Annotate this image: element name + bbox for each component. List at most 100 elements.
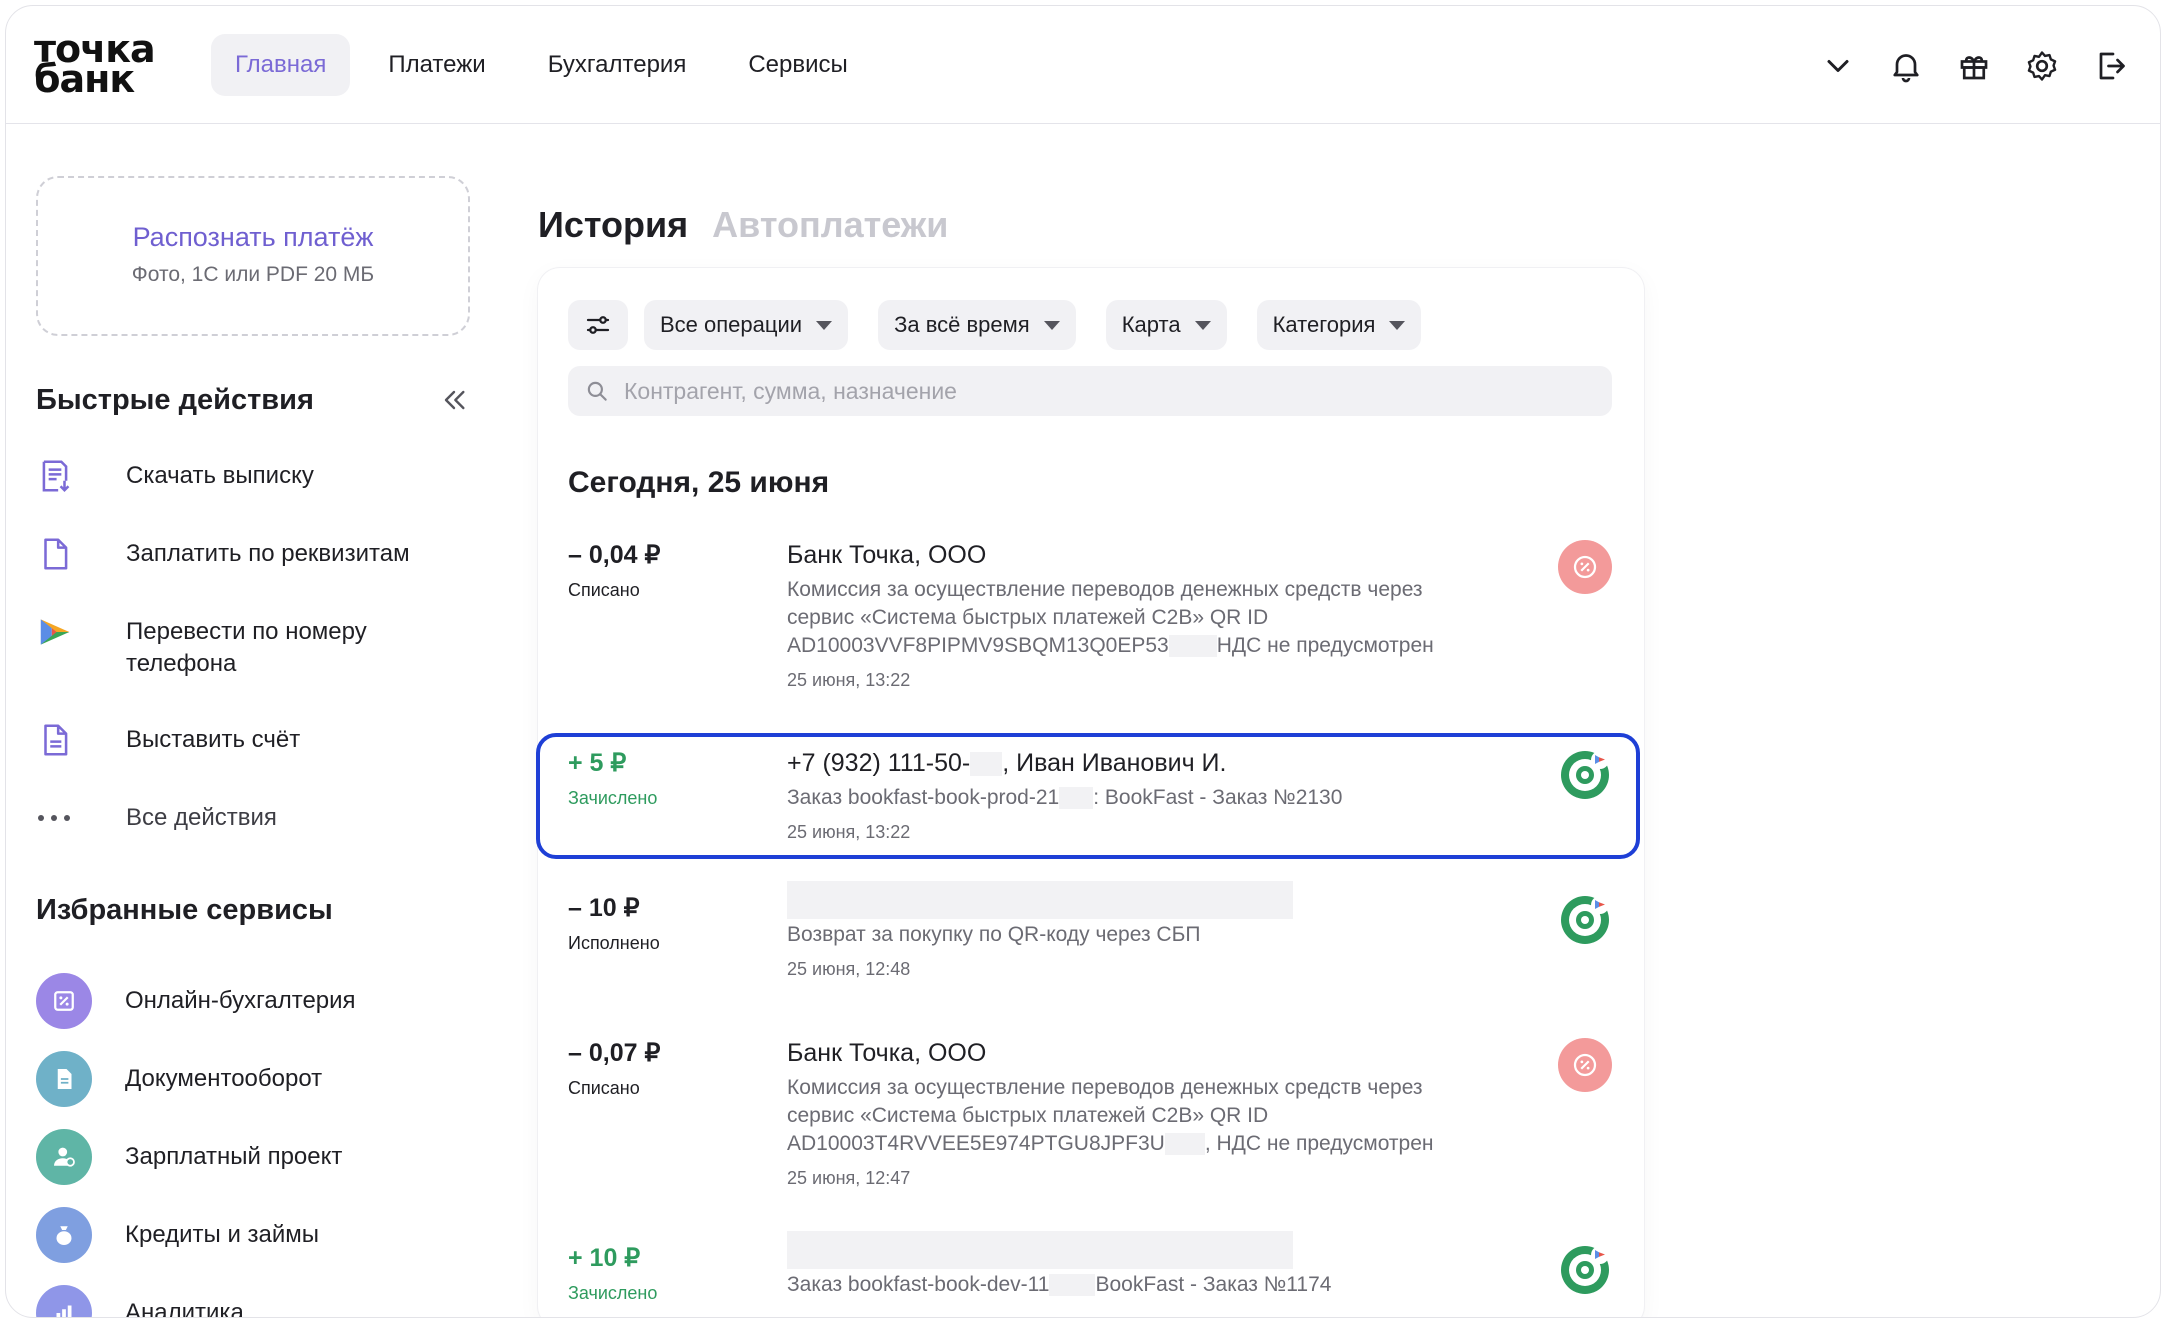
favorite-label: Зарплатный проект [125,1143,343,1170]
search-input[interactable] [624,377,1584,405]
redacted-block [970,752,1003,777]
order-id: Заказ bookfast-book-dev-11 [787,1273,1050,1296]
quick-actions-title: Быстрые действия [36,384,314,416]
favorite-label: Онлайн-бухгалтерия [125,987,356,1014]
favorite-label: Документооборот [125,1065,323,1092]
transaction-time: 25 июня, 12:47 [787,1168,911,1188]
app-window: точка банк Главная Платежи Бухгалтерия С… [5,5,2161,1318]
filter-operations-dropdown[interactable]: Все операции [644,300,849,350]
phone-number: +7 (932) 111-50- [787,749,971,777]
logo[interactable]: точка банк [34,30,156,98]
transaction-row[interactable]: – 0,04 ₽ Списано Банк Точка, ООО Комисси… [568,540,1612,700]
filter-card-dropdown[interactable]: Карта [1105,300,1227,350]
nav-services[interactable]: Сервисы [724,34,871,96]
history-tabs: История Автоплатежи [538,204,972,246]
transaction-counterparty: Банк Точка, ООО [787,1039,987,1067]
bell-icon[interactable] [1884,44,1928,88]
vat-note: , НДС не предусмотрен [1204,1132,1434,1155]
filter-category-dropdown[interactable]: Категория [1256,300,1422,350]
tab-autopayments[interactable]: Автоплатежи [712,204,948,246]
transaction-description: Заказ bookfast-book-dev-11 BookFast - Зак… [787,1271,1507,1299]
bar-chart-icon [36,1285,92,1317]
gear-icon[interactable] [2020,44,2064,88]
filter-label: За всё время [894,312,1030,337]
tab-history[interactable]: История [538,204,688,246]
quick-actions-list: Скачать выписку Заплатить по реквизитам … [36,454,476,866]
order-id: Заказ bookfast-book-prod-21 [787,786,1060,809]
sidebar: Распознать платёж Фото, 1С или PDF 20 МБ… [6,124,481,1317]
sbp-icon [36,610,76,654]
favorite-label: Кредиты и займы [125,1221,320,1248]
filter-label: Категория [1272,312,1376,337]
gift-icon[interactable] [1952,44,1996,88]
caret-down-icon [1194,320,1211,330]
search-box [568,366,1612,416]
transaction-time: 25 июня, 13:22 [787,822,911,842]
filter-settings-button[interactable] [568,300,628,350]
favorite-document-flow[interactable]: Документооборот [36,1040,476,1118]
filter-period-dropdown[interactable]: За всё время [878,300,1076,350]
redacted-block [1164,1133,1205,1156]
double-chevron-left-icon [444,390,465,410]
quick-action-issue-invoice[interactable]: Выставить счёт [36,718,476,796]
collapse-sidebar-button[interactable] [434,380,474,420]
redacted-block [1168,635,1217,658]
invoice-icon [36,718,76,762]
vat-note: НДС не предусмотрен [1216,634,1434,657]
percent-doc-icon [36,973,92,1029]
nav-payments[interactable]: Платежи [364,34,509,96]
caret-down-icon [816,320,833,330]
transaction-description: Комиссия за осуществление переводов дене… [787,1074,1507,1158]
sbp-badge-icon [1558,893,1612,947]
order-title: : BookFast - Заказ №2130 [1093,786,1343,809]
nav-accounting[interactable]: Бухгалтерия [524,34,711,96]
transaction-row[interactable]: – 0,07 ₽ Списано Банк Точка, ООО Комисси… [568,1038,1612,1198]
quick-action-pay-by-details[interactable]: Заплатить по реквизитам [36,532,476,610]
favorite-online-accounting[interactable]: Онлайн-бухгалтерия [36,962,476,1040]
description-line: AD10003T4RVVEE5E974PTGU8JPF3U , НДС не пр… [787,1130,1507,1158]
quick-action-transfer-by-phone[interactable]: Перевести по номеру телефона [36,610,476,718]
document-icon [36,1051,92,1107]
description-line: Комиссия за осуществление переводов дене… [787,578,1423,601]
document-icon [36,532,76,576]
favorite-salary-project[interactable]: Зарплатный проект [36,1118,476,1196]
moneybag-icon [36,1207,92,1263]
quick-action-label: Все действия [126,804,277,831]
chevron-down-icon[interactable] [1816,44,1860,88]
quick-action-download-statement[interactable]: Скачать выписку [36,454,476,532]
favorite-services-title: Избранные сервисы [36,894,333,926]
transaction-time: 25 июня, 13:22 [787,670,911,690]
transaction-description: Комиссия за осуществление переводов дене… [787,576,1507,660]
favorite-credits-loans[interactable]: Кредиты и займы [36,1196,476,1274]
recognize-payment-dropzone[interactable]: Распознать платёж Фото, 1С или PDF 20 МБ [36,176,470,336]
transaction-description: Заказ bookfast-book-prod-21 : BookFast - … [787,784,1507,812]
quick-action-label: Заплатить по реквизитам [126,540,410,567]
description-line: Комиссия за осуществление переводов дене… [787,1076,1423,1099]
transaction-row[interactable]: + 5 ₽ Зачислено +7 (932) 111-50- , Иван И… [568,748,1612,848]
favorite-analytics[interactable]: Аналитика [36,1274,476,1317]
transaction-amount: – 10 ₽ [568,894,640,922]
transaction-amount: – 0,07 ₽ [568,1039,661,1067]
favorite-services-list: Онлайн-бухгалтерия Документооборот Зарпл… [36,962,476,1317]
transaction-counterparty: +7 (932) 111-50- , Иван Иванович И. [787,748,1507,778]
caret-down-icon [1389,320,1406,330]
description-line: сервис «Система быстрых платежей C2B» QR… [787,606,1269,629]
nav-home[interactable]: Главная [211,34,351,96]
transaction-row[interactable]: – 10 ₽ Исполнено Возврат за покупку по Q… [568,881,1612,993]
description-line: сервис «Система быстрых платежей C2B» QR… [787,1104,1269,1127]
quick-action-all[interactable]: Все действия [36,796,476,866]
percent-badge-icon [1558,540,1612,594]
redacted-counterparty [787,1231,1293,1269]
filter-label: Карта [1121,312,1181,337]
redacted-block [1059,787,1094,810]
operations-panel: Все операции За всё время Карта Категори… [536,268,1644,1317]
logout-icon[interactable] [2088,44,2132,88]
search-icon [587,381,607,401]
recognize-title: Распознать платёж [132,222,374,252]
transaction-row[interactable]: + 10 ₽ Зачислено Заказ bookfast-book-dev… [568,1231,1612,1317]
quick-action-label: Выставить счёт [126,726,301,753]
sbp-badge-icon [1558,748,1612,802]
sliders-icon [586,316,610,334]
transaction-amount: + 5 ₽ [568,749,627,777]
transaction-time: 25 июня, 12:48 [787,959,911,979]
